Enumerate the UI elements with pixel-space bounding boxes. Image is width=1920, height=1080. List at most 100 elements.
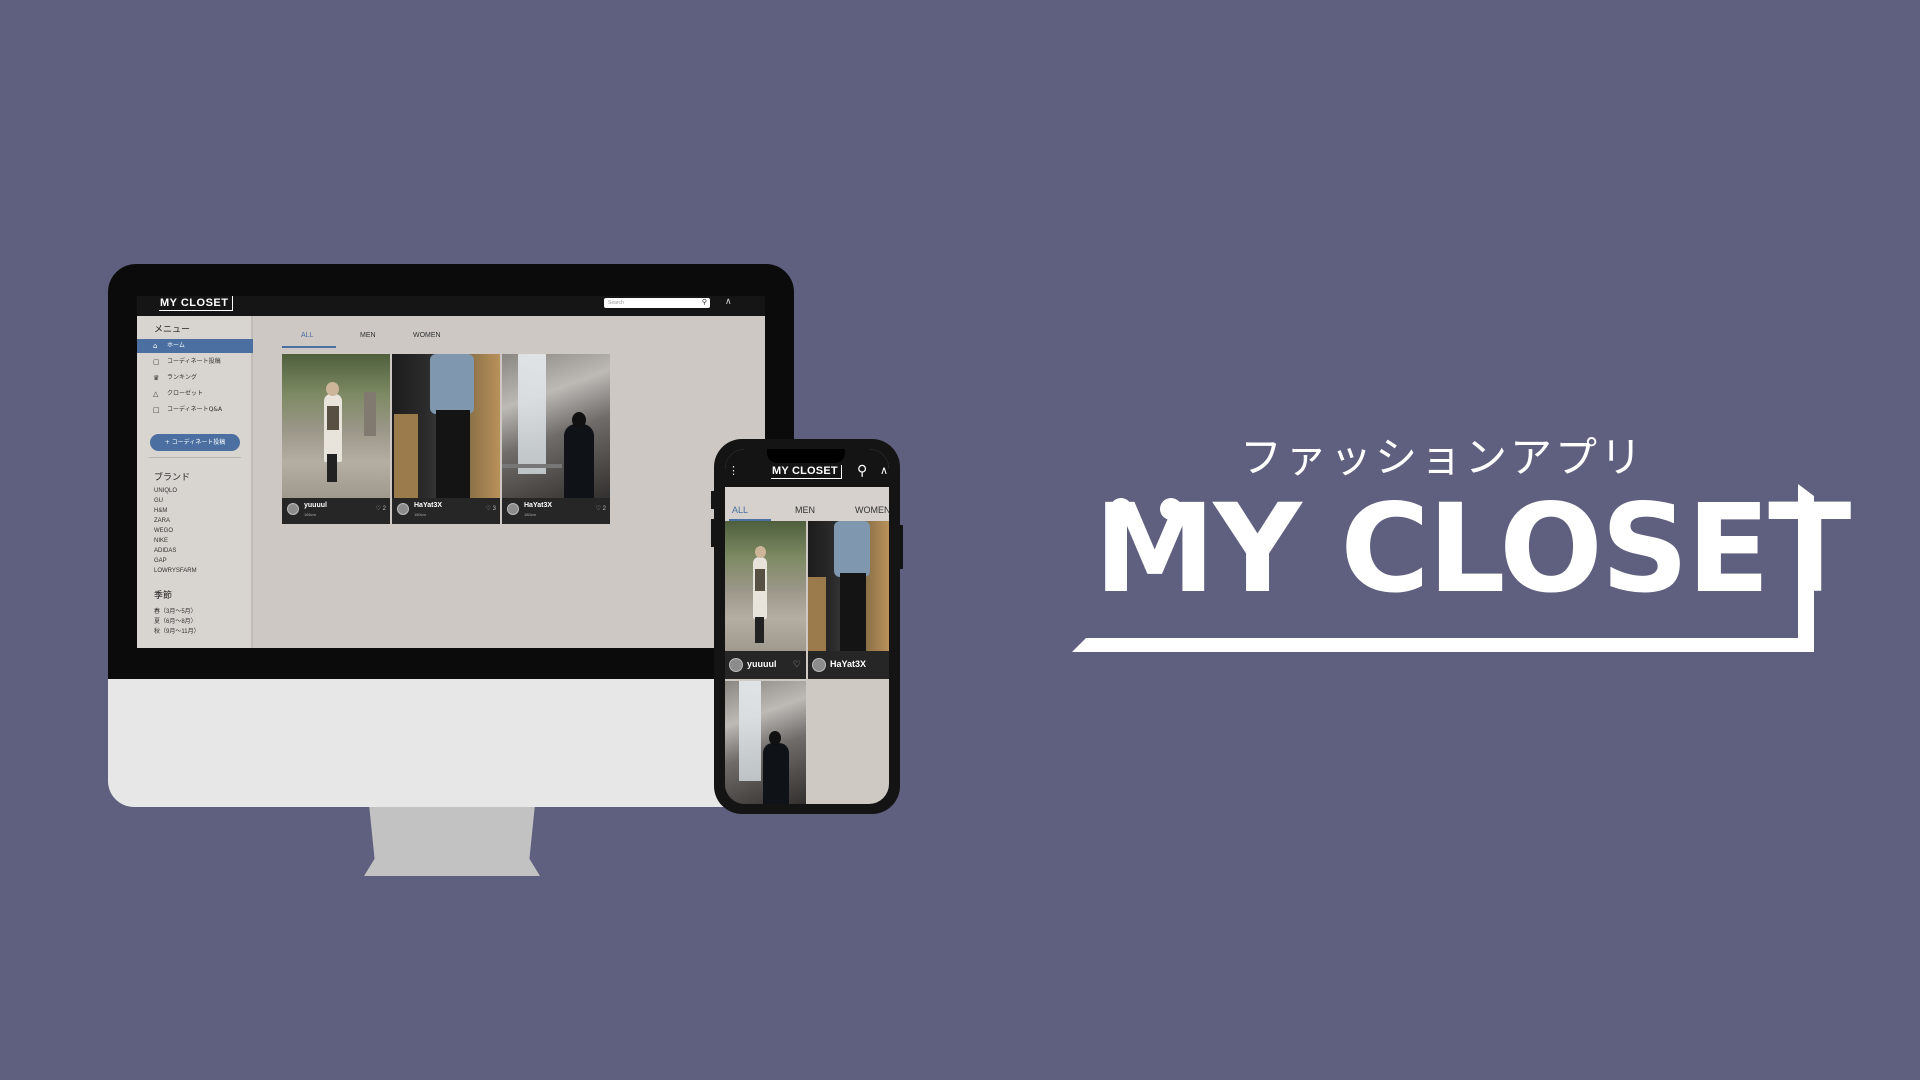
- menu-icon[interactable]: ⋮: [728, 465, 739, 476]
- card-height: 166cm: [304, 512, 317, 517]
- mobile-mockup: ⋮ MY CLOSET ⚲ ∧ ALL MEN WOMEN yuuuul ♡ H…: [711, 439, 903, 814]
- tab-all[interactable]: ALL: [301, 332, 313, 339]
- like-button[interactable]: ♡ 2: [596, 505, 606, 512]
- season-item[interactable]: 春（3月〜5月）: [154, 606, 197, 615]
- brand-item[interactable]: GAP: [154, 558, 167, 564]
- bell-icon[interactable]: ∧: [725, 297, 732, 307]
- coordinate-card[interactable]: HaYat3X: [808, 521, 889, 679]
- desktop-header: MY CLOSET Search ⚲ ∧: [137, 296, 765, 316]
- closet-icon: △: [153, 390, 159, 398]
- card-footer: HaYat3X 180cm ♡ 3: [392, 498, 500, 524]
- like-button[interactable]: ♡ 2: [376, 505, 386, 512]
- brand-item[interactable]: WEGO: [154, 528, 173, 534]
- sidebar-divider: [149, 457, 241, 458]
- avatar[interactable]: [729, 658, 743, 672]
- heart-icon: ♡: [595, 506, 601, 512]
- coordinate-photo[interactable]: [282, 354, 390, 498]
- coordinate-card[interactable]: HaYat3X 180cm ♡ 2: [502, 354, 610, 524]
- phone-side-button: [711, 491, 715, 509]
- card-height: 180cm: [524, 512, 537, 517]
- card-footer: HaYat3X 180cm ♡ 2: [502, 498, 610, 524]
- season-item[interactable]: 夏（6月〜8月）: [154, 616, 197, 625]
- search-placeholder: Search: [608, 300, 624, 306]
- like-count: 3: [492, 506, 496, 512]
- card-footer: HaYat3X: [808, 651, 889, 679]
- logo-wordmark: MY CLOSET: [1094, 478, 1851, 620]
- sidebar-item-label: ホーム: [167, 342, 185, 349]
- search-icon[interactable]: ⚲: [857, 463, 867, 479]
- logo-dot: [1110, 498, 1132, 520]
- phone-side-button: [711, 519, 715, 547]
- avatar[interactable]: [397, 503, 409, 515]
- sidebar-item-closet[interactable]: △ クローゼット: [137, 387, 253, 401]
- monitor-stand: [364, 807, 540, 876]
- bell-icon[interactable]: ∧: [880, 464, 888, 477]
- sidebar-item-label: ランキング: [167, 374, 197, 381]
- avatar[interactable]: [287, 503, 299, 515]
- menu-title: メニュー: [154, 325, 191, 335]
- sidebar-item-home[interactable]: ⌂ ホーム: [137, 339, 253, 353]
- season-item[interactable]: 秋（9月〜11月）: [154, 626, 200, 635]
- coordinate-photo[interactable]: [502, 354, 610, 498]
- phone-notch: [767, 449, 845, 463]
- card-height: 180cm: [414, 512, 427, 517]
- like-count: 2: [382, 506, 386, 512]
- post-icon: ▢: [153, 358, 160, 366]
- coordinate-photo[interactable]: [725, 521, 806, 651]
- desktop-sidebar: メニュー ⌂ ホーム ▢ コーディネート投稿 ♛ ランキング △ クローゼット …: [137, 316, 253, 648]
- sidebar-item-label: コーディネートQ&A: [167, 406, 223, 413]
- brand-item[interactable]: UNIQLO: [154, 488, 177, 494]
- brand-item[interactable]: NIKE: [154, 538, 168, 544]
- brand-title: ブランド: [154, 473, 191, 483]
- crown-icon: ♛: [153, 374, 160, 382]
- like-button[interactable]: ♡ 3: [486, 505, 496, 512]
- brand-logo: MY CLOSET: [1072, 478, 1851, 652]
- mobile-header: ⋮ MY CLOSET ⚲ ∧: [725, 449, 889, 487]
- tab-women[interactable]: WOMEN: [413, 332, 441, 339]
- desktop-search-input[interactable]: Search ⚲: [604, 298, 710, 308]
- like-count: 2: [602, 506, 606, 512]
- card-username[interactable]: yuuuul: [747, 659, 777, 669]
- search-icon[interactable]: ⚲: [702, 298, 707, 308]
- desktop-mockup: MY CLOSET Search ⚲ ∧ メニュー ⌂ ホーム ▢ コーディネー…: [108, 264, 794, 876]
- card-username[interactable]: HaYat3X: [524, 502, 552, 509]
- brand-item[interactable]: ADIDAS: [154, 548, 176, 554]
- mobile-tabs: ALL MEN WOMEN: [725, 487, 889, 521]
- desktop-logo[interactable]: MY CLOSET: [159, 296, 234, 311]
- sidebar-item-ranking[interactable]: ♛ ランキング: [137, 371, 253, 385]
- brand-item[interactable]: ZARA: [154, 518, 170, 524]
- sidebar-item-label: クローゼット: [167, 390, 204, 397]
- phone-side-button: [899, 525, 903, 569]
- card-username[interactable]: HaYat3X: [830, 659, 866, 669]
- sidebar-item-label: コーディネート投稿: [167, 358, 221, 365]
- monitor-chin: [108, 679, 794, 807]
- brand-item[interactable]: GU: [154, 498, 163, 504]
- card-username[interactable]: HaYat3X: [414, 502, 442, 509]
- home-icon: ⌂: [153, 342, 158, 350]
- sidebar-item-post[interactable]: ▢ コーディネート投稿: [137, 355, 253, 369]
- coordinate-photo[interactable]: [725, 681, 806, 804]
- coordinate-photo[interactable]: [392, 354, 500, 498]
- card-footer: yuuuul ♡: [725, 651, 806, 679]
- brand-item[interactable]: LOWRYSFARM: [154, 568, 197, 574]
- mobile-logo[interactable]: MY CLOSET: [771, 465, 842, 479]
- coordinate-card[interactable]: yuuuul 166cm ♡ 2: [282, 354, 390, 524]
- coordinate-card[interactable]: HaYat3X 180cm ♡ 3: [392, 354, 500, 524]
- tab-men[interactable]: MEN: [360, 332, 376, 339]
- avatar[interactable]: [507, 503, 519, 515]
- coordinate-card[interactable]: [725, 681, 806, 804]
- desktop-screen: MY CLOSET Search ⚲ ∧ メニュー ⌂ ホーム ▢ コーディネー…: [137, 296, 765, 648]
- tab-all[interactable]: ALL: [732, 505, 748, 515]
- tab-women[interactable]: WOMEN: [855, 505, 889, 515]
- heart-icon[interactable]: ♡: [793, 659, 801, 670]
- tab-men[interactable]: MEN: [795, 505, 815, 515]
- avatar[interactable]: [812, 658, 826, 672]
- card-username[interactable]: yuuuul: [304, 502, 327, 509]
- post-coordinate-button[interactable]: + コーディネート投稿: [150, 434, 240, 451]
- brand-item[interactable]: H&M: [154, 508, 167, 514]
- coordinate-card[interactable]: yuuuul ♡: [725, 521, 806, 679]
- sidebar-item-qa[interactable]: □ コーディネートQ&A: [137, 403, 253, 417]
- logo-dot: [1160, 498, 1182, 520]
- coordinate-photo[interactable]: [808, 521, 889, 651]
- chat-icon: □: [153, 406, 160, 414]
